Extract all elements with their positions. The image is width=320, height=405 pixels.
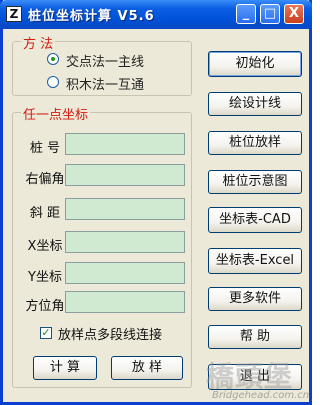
initialize-button[interactable]: 初始化 [208,51,302,77]
field-label-x: X坐标 [27,239,63,254]
radio-unselected-indicator[interactable] [47,76,59,88]
window-title: 桩位坐标计算 V5.6 [28,9,155,24]
method-groupbox: 方 法 交点法一主线 积木法一互通 [12,33,192,96]
y-coordinate-input[interactable] [65,262,185,284]
coordinate-table-cad-button[interactable]: 坐标表-CAD [208,207,302,233]
pile-diagram-button[interactable]: 桩位示意图 [208,170,302,194]
maximize-button[interactable]: □ [260,4,280,24]
calculate-button[interactable]: 计 算 [33,356,97,380]
right-deflection-input[interactable] [65,164,185,186]
point-group-title: 任一点坐标 [21,104,91,123]
draw-design-line-button[interactable]: 绘设计线 [208,92,302,116]
app-window: Z 桩位坐标计算 V5.6 _ □ X 方 法 交点法一主线 积木法一互通 任一… [0,0,312,405]
radio-label: 积木法一互通 [66,78,145,93]
x-coordinate-input[interactable] [65,231,185,253]
station-input[interactable] [65,133,185,155]
close-button[interactable]: X [284,4,304,24]
field-label-slope-distance: 斜 距 [29,206,61,221]
coordinate-table-excel-button[interactable]: 坐标表-Excel [208,248,302,274]
field-label-y: Y坐标 [28,270,62,285]
slope-distance-input[interactable] [65,198,185,220]
watermark-logo: 橋頭堡 [206,360,294,393]
field-label-azimuth: 方位角 [25,299,65,314]
minimize-button[interactable]: _ [236,4,256,24]
watermark-url: Bridgehead.com.cn [212,390,310,401]
more-software-button[interactable]: 更多软件 [208,287,302,311]
help-button[interactable]: 帮 助 [208,325,302,349]
pile-stakeout-button[interactable]: 桩位放样 [208,131,302,155]
app-icon[interactable]: Z [6,6,22,22]
method-group-title: 方 法 [21,33,56,52]
polyline-connect-label: 放样点多段线连接 [58,328,163,343]
azimuth-input[interactable] [65,291,185,313]
polyline-connect-checkbox[interactable]: ✓ [40,327,52,339]
stakeout-button[interactable]: 放 样 [111,356,183,380]
field-label-station: 桩 号 [29,141,61,156]
radio-selected-indicator[interactable] [47,53,59,65]
title-bar[interactable]: Z 桩位坐标计算 V5.6 _ □ X [0,0,312,29]
field-label-right-deflection: 右偏角 [25,172,65,187]
radio-label: 交点法一主线 [66,55,145,70]
